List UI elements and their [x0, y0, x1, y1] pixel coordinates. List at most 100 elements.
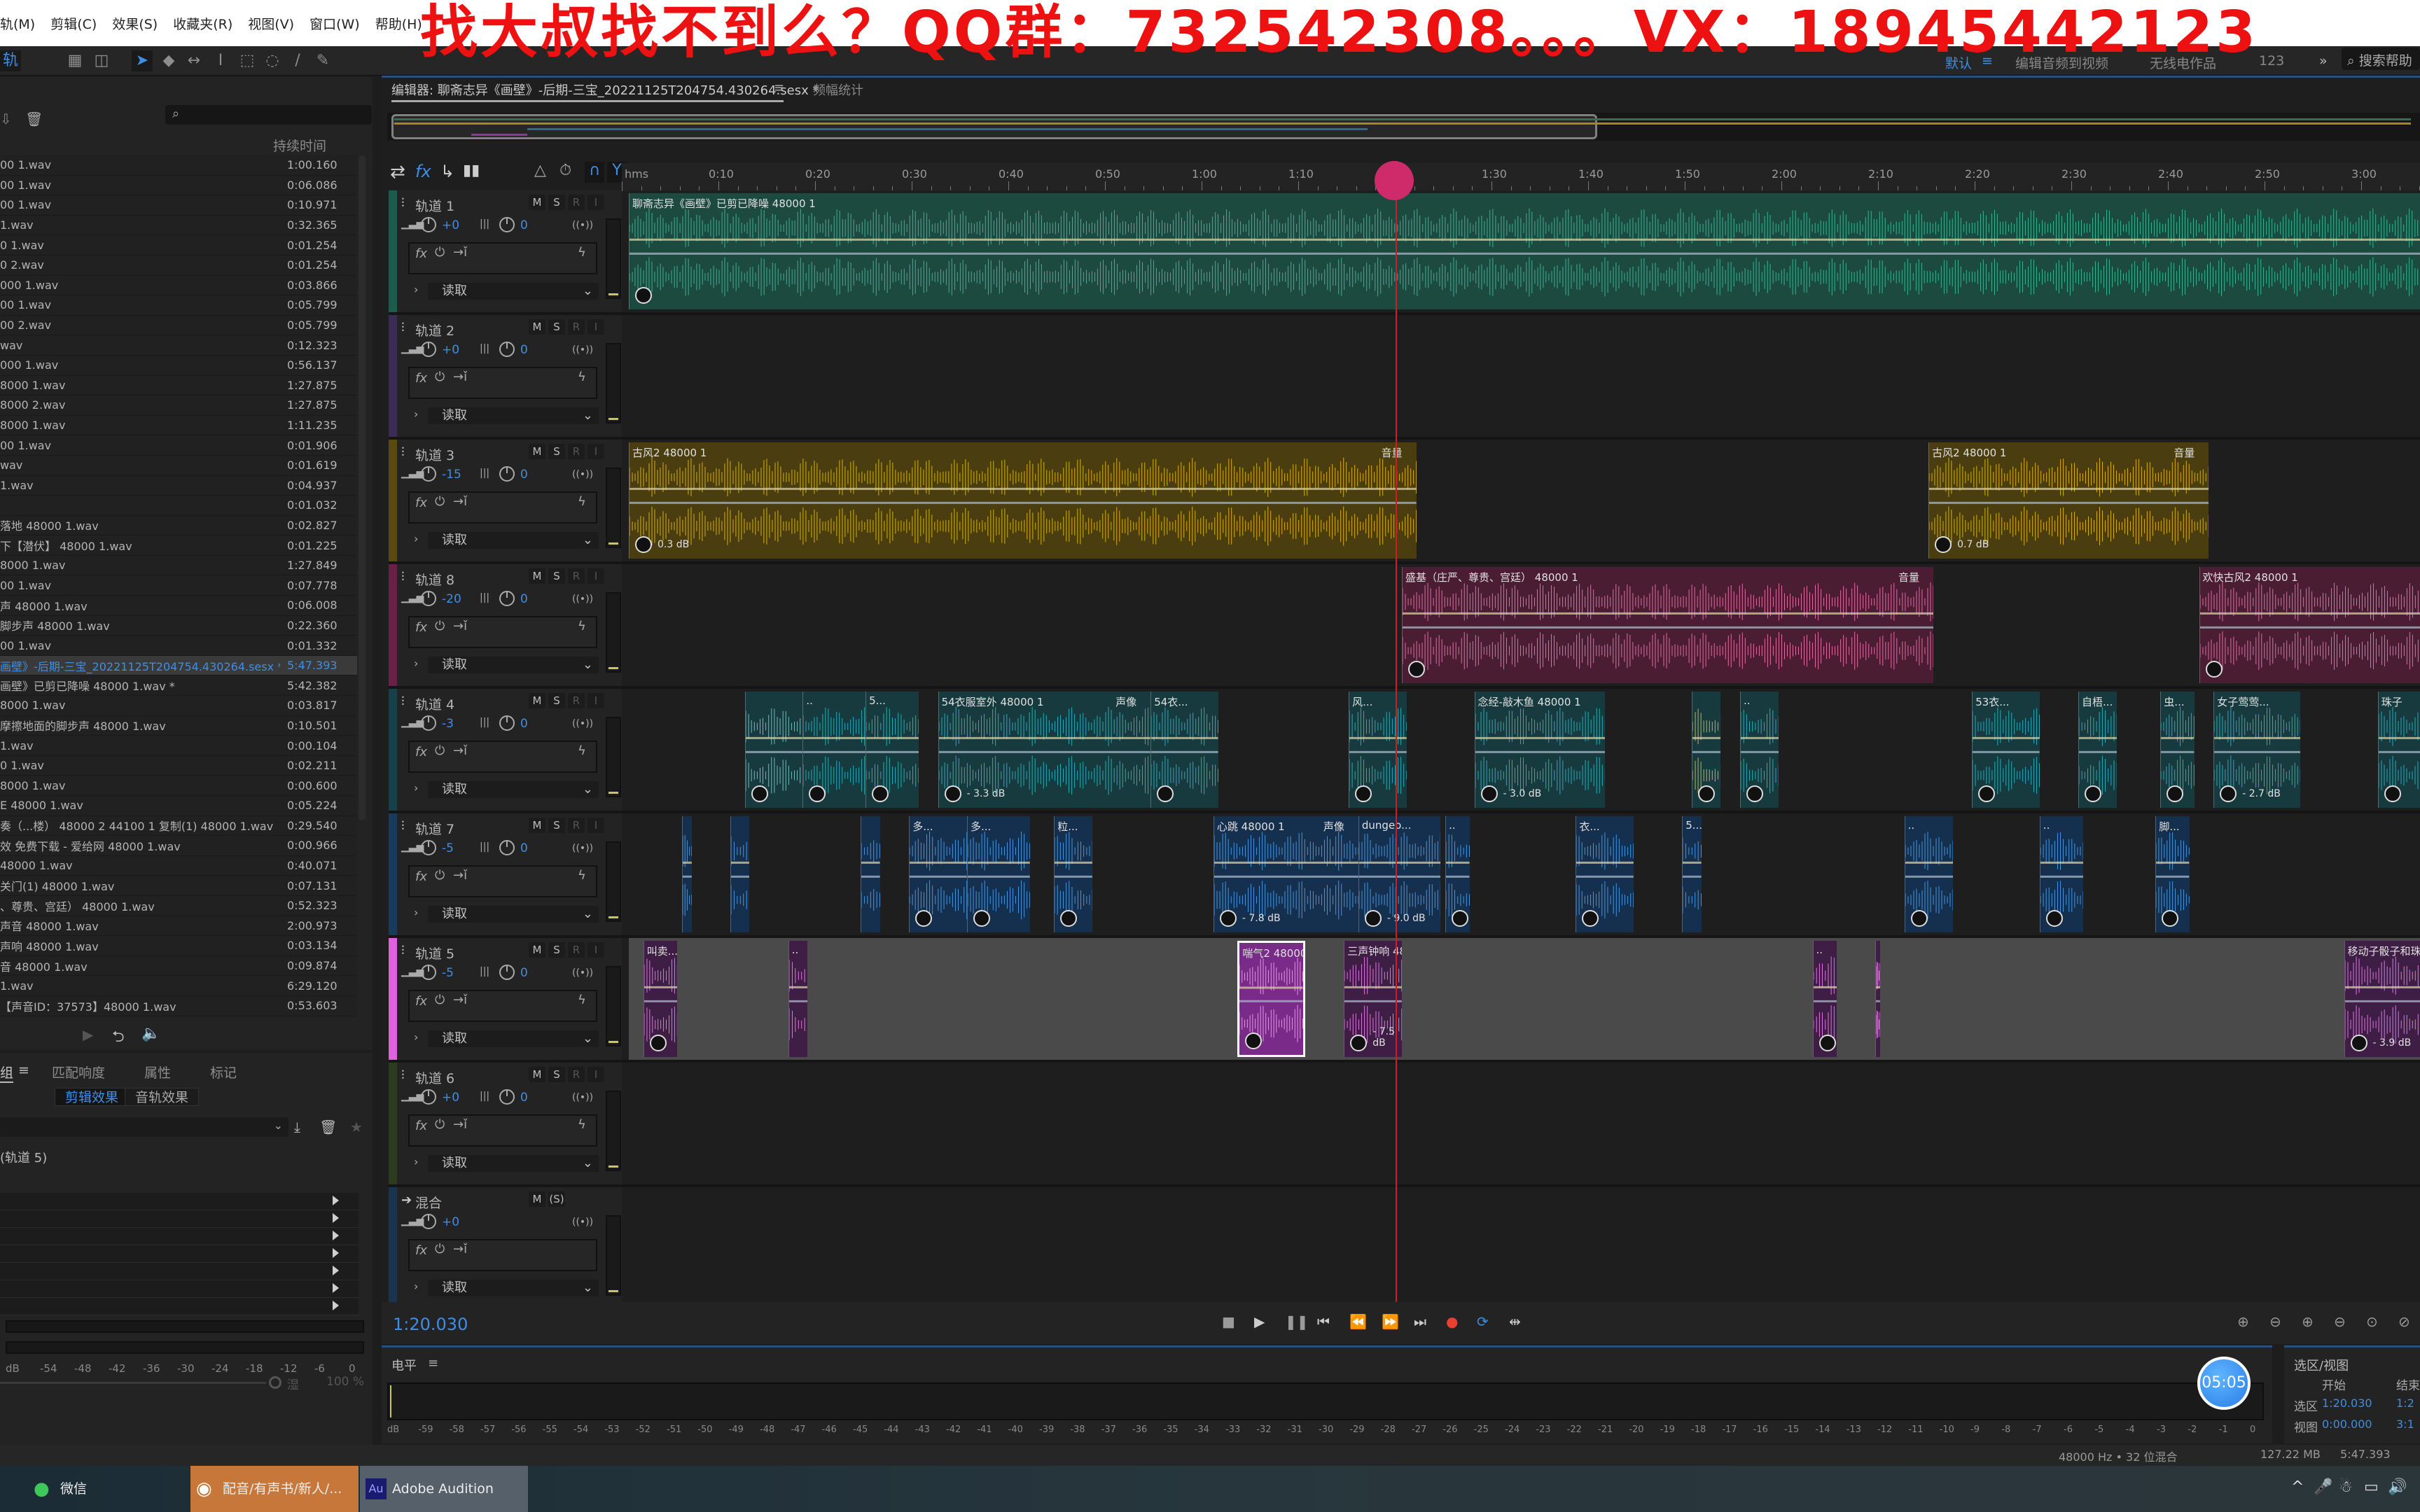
automation-mode-dropdown[interactable]: 读取 ⌄	[428, 906, 599, 923]
stop-button[interactable]: ■	[1222, 1313, 1235, 1330]
pre-post-fader-icon[interactable]: →ǐ	[453, 993, 467, 1007]
record-arm-button[interactable]: R	[568, 568, 585, 584]
clip-gain-icon[interactable]	[872, 785, 889, 802]
pan-knob[interactable]	[499, 217, 515, 232]
automation-mode-dropdown[interactable]: 读取 ⌄	[428, 1155, 599, 1172]
file-list-row[interactable]: 000 1.wav 0:03.866	[0, 275, 357, 296]
volume-knob[interactable]	[421, 965, 436, 980]
tray-expand-icon[interactable]: ^	[2291, 1478, 2304, 1496]
mute-button[interactable]: M	[529, 568, 545, 584]
track-pan-value[interactable]: 0	[520, 468, 528, 482]
workspace-123[interactable]: 123	[2259, 53, 2284, 69]
audio-clip[interactable]: 古风2 48000 1 音量 0.3 dB	[629, 442, 1417, 559]
metronome-icon[interactable]: △	[534, 162, 546, 179]
clip-envelope-tag[interactable]: 音量	[1382, 445, 1403, 460]
eq-icon[interactable]: ▮▮	[463, 162, 480, 179]
pre-post-fader-icon[interactable]: →ǐ	[453, 245, 467, 260]
audio-clip[interactable]: 欢快古风2 48000 1	[2199, 567, 2420, 683]
track-fx-rack[interactable]: fx ⏻ →ǐ ϟ	[408, 616, 597, 648]
spot-healing-tool-icon[interactable]: ✎	[312, 50, 333, 71]
audio-clip[interactable]: 54衣...	[1150, 692, 1218, 808]
file-list-row[interactable]: 落地 48000 1.wav 0:02.827	[0, 515, 357, 536]
pan-knob[interactable]	[499, 591, 515, 606]
menu-item[interactable]: 轨(M)	[0, 14, 35, 33]
file-list-row[interactable]: 效 免费下载 - 爱给网 48000 1.wav 0:00.966	[0, 836, 357, 856]
playhead-handle[interactable]	[1375, 161, 1414, 200]
track-header[interactable]: ⫶ 轨道 8 M S R I ▁▃▅ -20 ||| 0 ((•)) fx ⏻ →ǐ ϟ › 读取 ⌄	[389, 564, 622, 686]
clip-gain-icon[interactable]	[1910, 910, 1928, 927]
file-list-row[interactable]: 0 1.wav 0:02.211	[0, 755, 357, 776]
audio-clip[interactable]: 喘气2 48000 1 ...	[1237, 941, 1305, 1057]
fx-rack-icon[interactable]: fx	[415, 162, 431, 181]
snapping-icon[interactable]: ∩	[585, 162, 604, 183]
playhead-line[interactable]	[1396, 161, 1397, 1302]
volume-knob[interactable]	[421, 1089, 436, 1105]
track-volume-value[interactable]: +0	[442, 1215, 459, 1229]
taskbar-item-audition[interactable]: Au Adobe Audition	[360, 1466, 528, 1512]
file-list-row[interactable]: 00 1.wav 0:01.332	[0, 636, 357, 656]
audio-clip[interactable]: 虫...	[2160, 692, 2195, 808]
pre-post-fader-icon[interactable]: →ǐ	[453, 1117, 467, 1132]
waveform-view-icon[interactable]: ◫	[91, 50, 112, 71]
file-list-row[interactable]: 8000 1.wav 1:11.235	[0, 415, 357, 436]
file-list-row[interactable]: 8000 1.wav 0:00.600	[0, 776, 357, 796]
audio-clip[interactable]: 53衣...	[1972, 692, 2040, 808]
zoom-in-amplitude-icon[interactable]: ⊕	[2237, 1313, 2249, 1330]
audio-clip[interactable]	[1692, 692, 1721, 808]
auto-play-icon[interactable]: 🔈	[141, 1025, 160, 1042]
session-overview[interactable]	[387, 113, 2420, 141]
track-name[interactable]: 轨道 3	[415, 445, 454, 464]
fx-power-icon[interactable]: ⏻	[435, 619, 445, 634]
file-search-input[interactable]: ⌕	[165, 105, 372, 125]
track-name[interactable]: 轨道 7	[415, 819, 454, 838]
input-monitor-button[interactable]: I	[587, 568, 604, 584]
trash-icon[interactable]: 🗑	[25, 111, 43, 127]
zoom-out-time-icon[interactable]: ⊖	[2334, 1313, 2346, 1330]
clip-gain-icon[interactable]	[944, 785, 961, 802]
marquee-tool-icon[interactable]: ⬚	[237, 50, 258, 71]
switch-mixer-icon[interactable]: ⇄	[390, 162, 405, 183]
tab-markers[interactable]: 标记	[210, 1063, 237, 1082]
clip-gain-icon[interactable]	[1408, 661, 1425, 678]
file-list-row[interactable]: 【声音ID：37573】48000 1.wav 0:53.603	[0, 995, 357, 1016]
editor-tab-amplitude-stats[interactable]: 频幅统计	[813, 80, 863, 99]
track-name[interactable]: 轨道 1	[415, 196, 454, 215]
track-name[interactable]: 轨道 2	[415, 321, 454, 340]
play-button[interactable]: ▶	[1254, 1313, 1265, 1330]
track-pan-value[interactable]: 0	[520, 592, 528, 606]
audio-clip[interactable]	[681, 816, 692, 932]
tab-group[interactable]: 组	[0, 1063, 14, 1083]
effect-slot[interactable]	[0, 1228, 359, 1245]
record-arm-button[interactable]: R	[568, 818, 585, 833]
track-header[interactable]: ⫶ 轨道 7 M S R I ▁▃▅ -5 ||| 0 ((•)) fx ⏻ →ǐ ϟ › 读取 ⌄	[389, 813, 622, 935]
audio-clip[interactable]: ..	[2039, 816, 2083, 932]
time-ruler[interactable]: hms 0:100:200:300:400:501:001:101:201:30…	[622, 163, 2420, 191]
solo-button[interactable]: S	[548, 195, 565, 210]
file-list-row[interactable]: 音 48000 1.wav 0:09.874	[0, 955, 357, 976]
track-volume-value[interactable]: -5	[442, 966, 454, 980]
file-list-row[interactable]: 000 1.wav 0:56.137	[0, 355, 357, 376]
expand-track-icon[interactable]: ›	[414, 1155, 418, 1168]
record-arm-button[interactable]: R	[568, 1067, 585, 1082]
audio-clip[interactable]: 脚...	[2155, 816, 2190, 932]
tab-match-loudness[interactable]: 匹配响度	[52, 1063, 105, 1082]
menu-item[interactable]: 效果(S)	[112, 14, 158, 33]
mute-button[interactable]: M	[529, 818, 545, 833]
microphone-icon[interactable]: 🎤	[2314, 1478, 2332, 1496]
file-list-row[interactable]: 00 1.wav 0:10.971	[0, 195, 357, 216]
track-fx-rack[interactable]: fx ⏻ →ǐ ϟ	[408, 242, 597, 274]
clip-gain-icon[interactable]	[2085, 785, 2101, 802]
fx-lightning-icon[interactable]: ϟ	[578, 494, 586, 509]
clip-gain-icon[interactable]	[2205, 661, 2223, 678]
fx-lightning-icon[interactable]: ϟ	[578, 619, 586, 634]
audio-clip[interactable]: 古风2 48000 1 音量 0.7 dB	[1928, 442, 2209, 559]
mute-button[interactable]: M	[529, 195, 545, 210]
clip-gain-icon[interactable]	[1219, 910, 1237, 927]
audio-clip[interactable]: 叫卖...	[643, 941, 677, 1057]
file-list-row[interactable]: 00 2.wav 0:05.799	[0, 315, 357, 336]
help-search-input[interactable]: ⌕ 搜索帮助	[2342, 48, 2420, 70]
file-list-row[interactable]: 奏（...楼） 48000 2 44100 1 复制(1) 48000 1.wa…	[0, 816, 357, 836]
clip-gain-icon[interactable]	[1060, 910, 1078, 927]
fx-lightning-icon[interactable]: ϟ	[578, 868, 586, 883]
track-volume-value[interactable]: -20	[442, 592, 461, 606]
